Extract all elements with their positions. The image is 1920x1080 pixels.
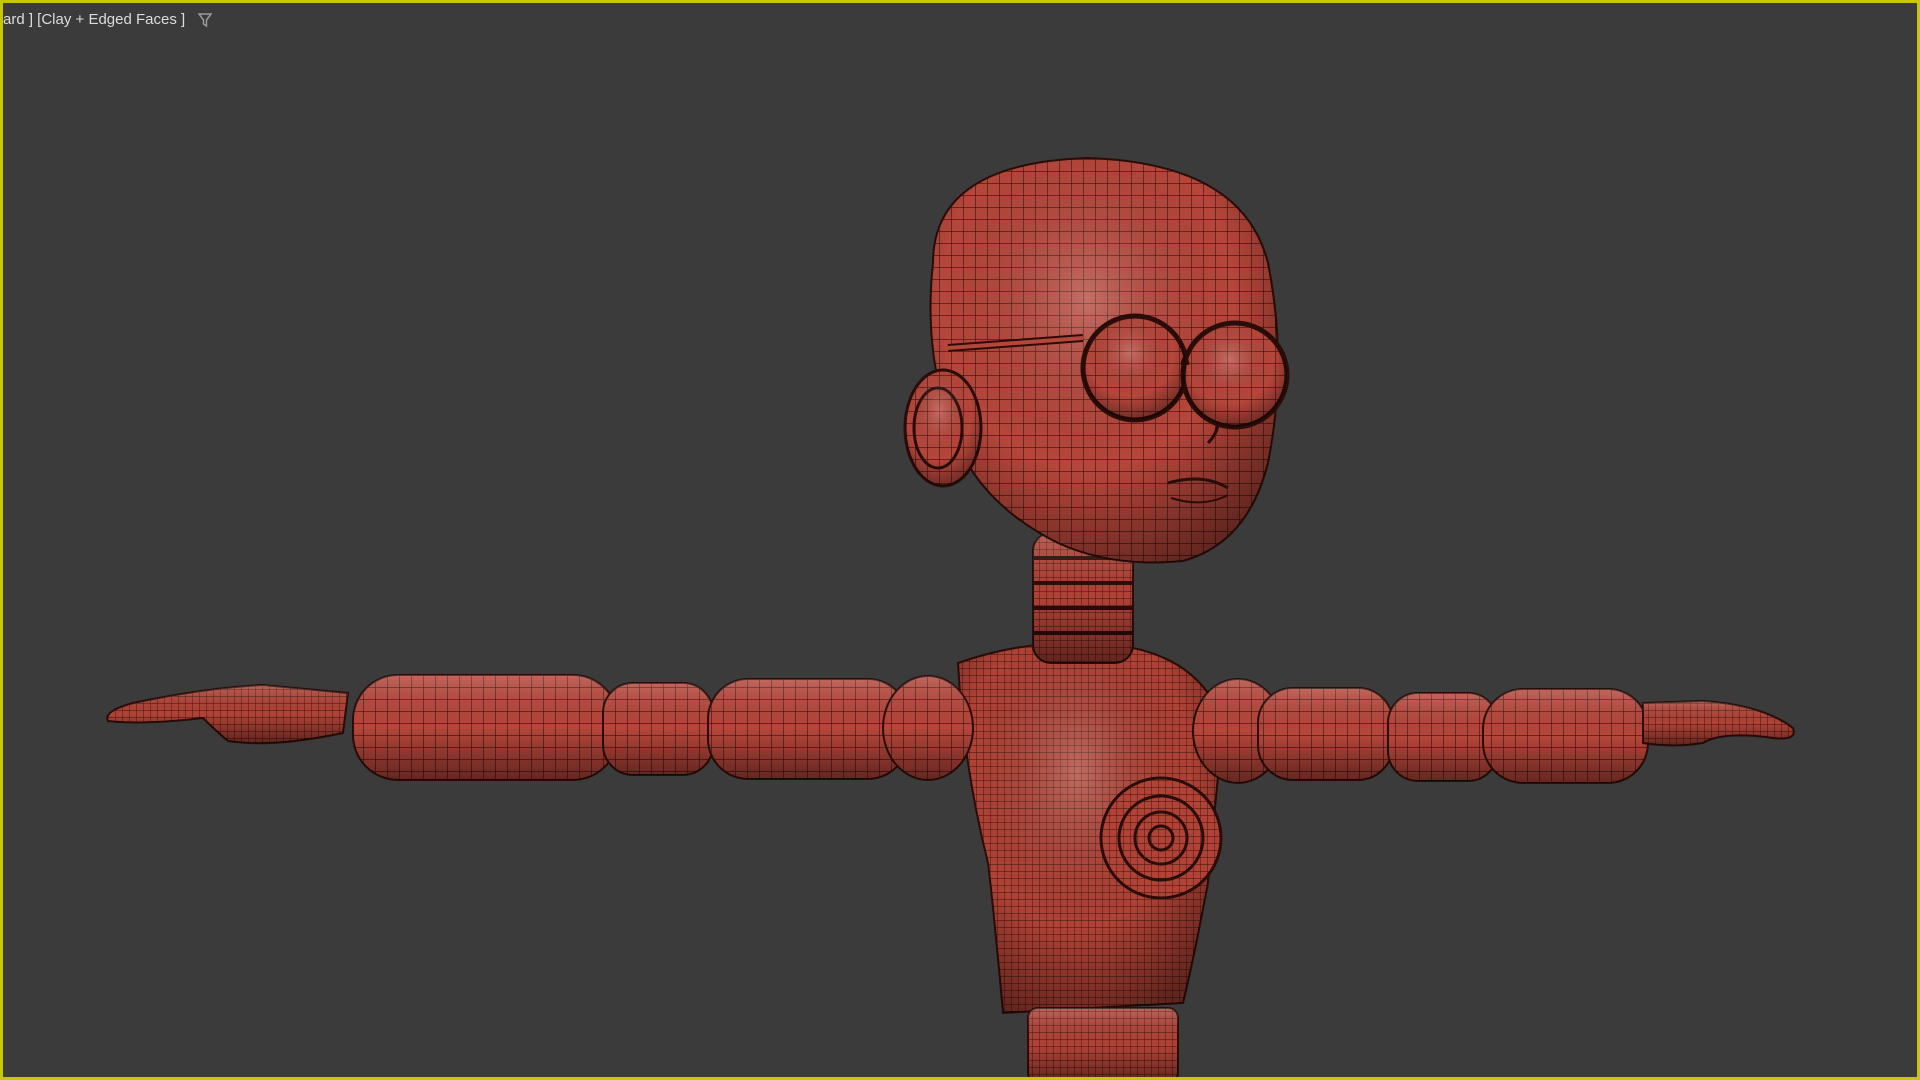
viewport-shading-label[interactable]: ard ] [Clay + Edged Faces ] (3, 11, 185, 28)
chest-disc (1099, 776, 1223, 900)
torso (956, 642, 1225, 1077)
character-model[interactable] (3, 3, 1920, 1080)
viewport-label[interactable]: ard ] [Clay + Edged Faces ] (3, 11, 213, 28)
headphone (903, 368, 983, 488)
3d-viewport[interactable]: ard ] [Clay + Edged Faces ] (0, 0, 1920, 1080)
filter-icon[interactable] (197, 12, 213, 28)
right-arm (1192, 678, 1795, 784)
left-arm (106, 674, 974, 781)
